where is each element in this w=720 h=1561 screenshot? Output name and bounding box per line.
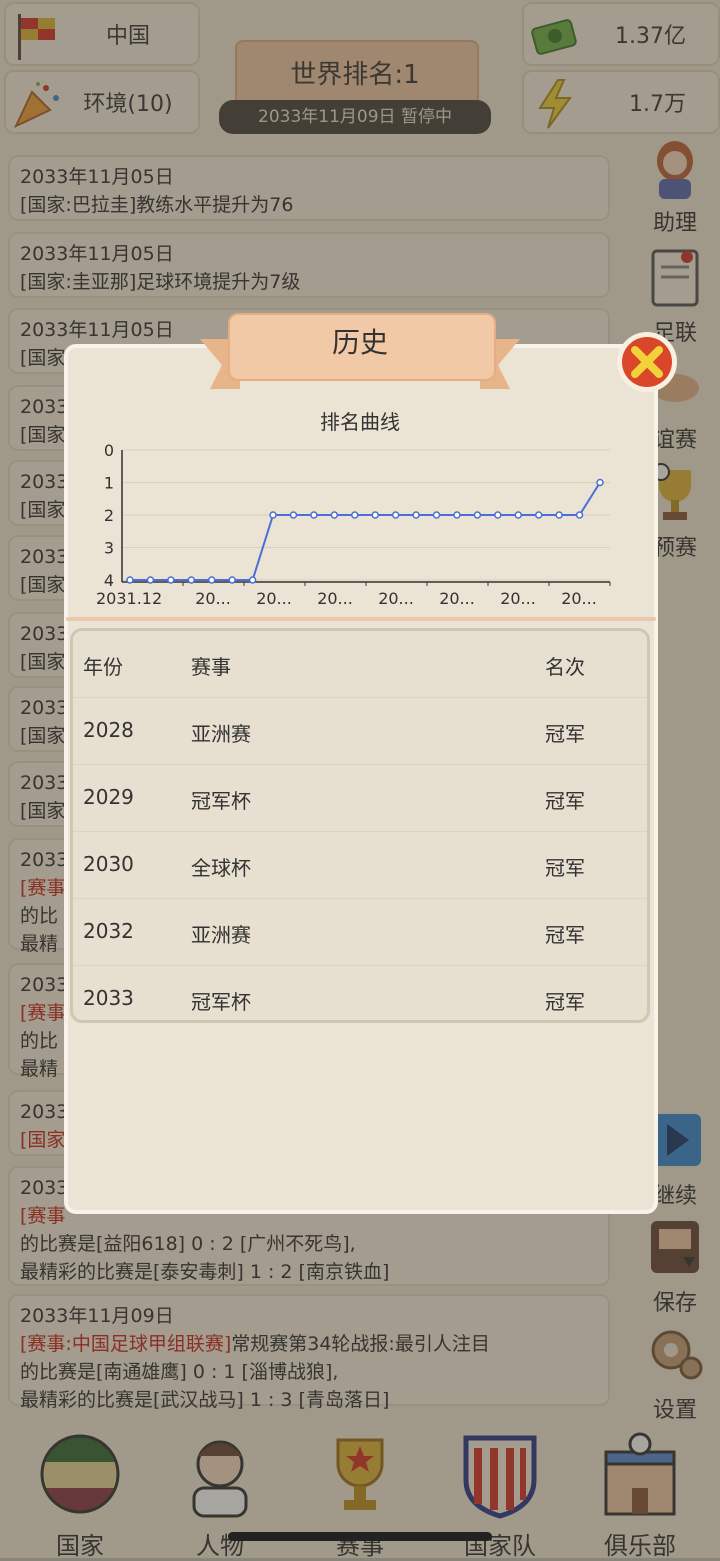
- rank-point: [269, 511, 277, 519]
- rank-point: [473, 511, 482, 519]
- rank-point: [412, 511, 420, 519]
- table-row: 2033 冠军杯 冠军: [83, 986, 585, 1014]
- rank-chart: 排名曲线 0 1 2 3 4 2031.12 20... 20... 20... 20... 20.…: [70, 400, 650, 615]
- y-tick-label: 0: [104, 441, 114, 460]
- rank-point: [534, 511, 543, 519]
- table-row: 2032 亚洲赛 冠军: [73, 899, 647, 966]
- x-tick-label: 20...: [317, 589, 353, 608]
- rank-point: [167, 576, 175, 584]
- y-tick-label: 1: [104, 474, 114, 493]
- rank-line: [130, 481, 601, 581]
- modal-title: 历史: [331, 326, 388, 359]
- section-divider: [66, 617, 656, 621]
- rank-point: [514, 511, 523, 519]
- rank-point: [596, 478, 604, 487]
- x-tick-label: 20...: [195, 589, 231, 608]
- rank-point: [555, 511, 563, 519]
- rank-point: [248, 576, 257, 584]
- rank-point: [494, 511, 502, 519]
- rank-point: [371, 511, 379, 519]
- rank-point: [351, 511, 359, 519]
- history-table: 年份 赛事 名次 2028 亚洲赛 冠军 2029 冠军杯 冠军 2030 全球杯 冠军 2…: [70, 628, 650, 1023]
- y-tick-label: 3: [104, 539, 114, 558]
- rank-point: [453, 511, 461, 519]
- table-row: 2028 亚洲赛 冠军: [73, 698, 647, 765]
- rank-point: [187, 576, 196, 584]
- x-tick-label: 20...: [439, 589, 475, 608]
- rank-point: [207, 576, 216, 584]
- y-tick-label: 4: [104, 571, 114, 590]
- rank-point: [432, 511, 441, 519]
- rank-point: [575, 511, 584, 519]
- rank-point: [146, 576, 155, 584]
- x-tick-label: 20...: [378, 589, 414, 608]
- x-tick-label: 20...: [500, 589, 536, 608]
- rank-chart-svg: 0 1 2 3 42031.12 20... 20... 20... 20... 20... 20.…: [96, 441, 611, 608]
- home-indicator[interactable]: [228, 1532, 492, 1541]
- rank-point: [391, 511, 400, 519]
- y-tick-label: 2: [104, 506, 114, 525]
- rank-point: [228, 576, 236, 584]
- x-tick-label: 20...: [256, 589, 292, 608]
- modal-title-ribbon: 历史: [200, 305, 520, 395]
- close-icon[interactable]: [615, 330, 679, 394]
- rank-point: [330, 511, 339, 519]
- x-tick-label: 20...: [561, 589, 597, 608]
- table-row: 2029 冠军杯 冠军: [73, 765, 647, 832]
- rank-point: [310, 511, 318, 519]
- rank-point: [289, 511, 298, 519]
- table-row: 2030 全球杯 冠军: [73, 832, 647, 899]
- x-tick-label: 2031.12: [96, 589, 162, 608]
- table-header-row: 年份 赛事 名次: [73, 631, 647, 698]
- rank-point: [126, 576, 134, 584]
